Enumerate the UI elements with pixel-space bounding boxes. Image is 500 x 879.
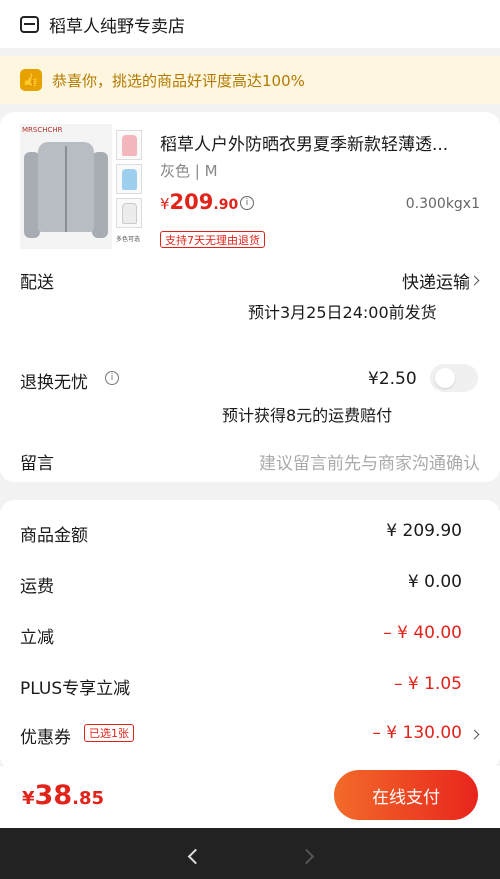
rating-notice: 👍 恭喜你，挑选的商品好评度高达100% (0, 56, 500, 104)
delivery-estimate: 预计3月25日24:00前发货 (248, 303, 437, 322)
plus-discount-label: PLUS专享立减 (20, 679, 131, 699)
product-price: ¥ 209 .90 (160, 190, 238, 214)
coupon-value[interactable]: – ¥ 130.00 (372, 723, 462, 743)
toggle-knob (435, 368, 455, 388)
info-icon[interactable]: i (105, 371, 119, 385)
plus-discount-value: – ¥ 1.05 (394, 674, 462, 694)
goods-amount-label: 商品金额 (20, 526, 88, 546)
price-symbol: ¥ (160, 195, 170, 213)
return-worry-free-label: 退换无忧 (20, 373, 88, 393)
return-policy-tag: 支持7天无理由退货 (160, 231, 265, 248)
jacket-sleeve-right (92, 152, 108, 238)
return-worry-free-price: ¥2.50 (368, 369, 417, 389)
color-swatch-blue (116, 164, 142, 194)
pay-online-button[interactable]: 在线支付 (334, 770, 478, 820)
total-amount: ¥ 38 .85 (22, 780, 104, 811)
notice-text: 恭喜你，挑选的商品好评度高达100% (52, 71, 305, 90)
total-integer: 38 (34, 780, 73, 811)
jacket-zip (65, 146, 67, 232)
return-worry-free-toggle[interactable] (430, 364, 478, 392)
message-input[interactable]: 建议留言前先与商家沟通确认 (259, 449, 480, 474)
swatch-fill (122, 135, 137, 156)
shipping-value: ¥ 0.00 (407, 572, 462, 592)
shop-header[interactable]: 稻草人纯野专卖店 (0, 0, 500, 48)
message-label: 留言 (20, 454, 54, 474)
price-integer: 209 (169, 190, 214, 214)
coupon-label: 优惠券 (20, 728, 71, 748)
coupon-selected-tag[interactable]: 已选1张 (84, 724, 134, 742)
instant-discount-value: – ¥ 40.00 (383, 623, 462, 643)
thumbs-up-icon: 👍 (20, 69, 42, 91)
weight-quantity: 0.300kgx1 (405, 196, 480, 212)
total-decimal: .85 (72, 788, 104, 809)
product-image[interactable]: MRSCHCHR (20, 124, 112, 249)
price-info-icon[interactable]: i (240, 196, 254, 210)
delivery-method[interactable]: 快递运输 (402, 268, 470, 293)
swatch-fill (122, 169, 137, 190)
shop-name[interactable]: 稻草人纯野专卖店 (49, 12, 185, 37)
total-symbol: ¥ (22, 788, 35, 809)
swatch-caption: 多色可选 (116, 236, 141, 243)
color-swatch-pink (116, 130, 142, 160)
swatch-fill (122, 203, 137, 224)
color-swatch-white (116, 198, 142, 228)
system-nav-bar (0, 828, 500, 879)
delivery-label: 配送 (20, 273, 54, 293)
brand-logo: MRSCHCHR (22, 126, 63, 134)
goods-amount-value: ¥ 209.90 (386, 521, 462, 541)
product-variant: 灰色 | M (160, 162, 218, 180)
price-decimal: .90 (213, 197, 239, 213)
product-title[interactable]: 稻草人户外防晒衣男夏季新款轻薄透... (160, 130, 482, 155)
shipping-label: 运费 (20, 577, 54, 597)
return-worry-free-note: 预计获得8元的运费赔付 (222, 406, 393, 425)
instant-discount-label: 立减 (20, 628, 54, 648)
shop-icon (20, 15, 39, 33)
